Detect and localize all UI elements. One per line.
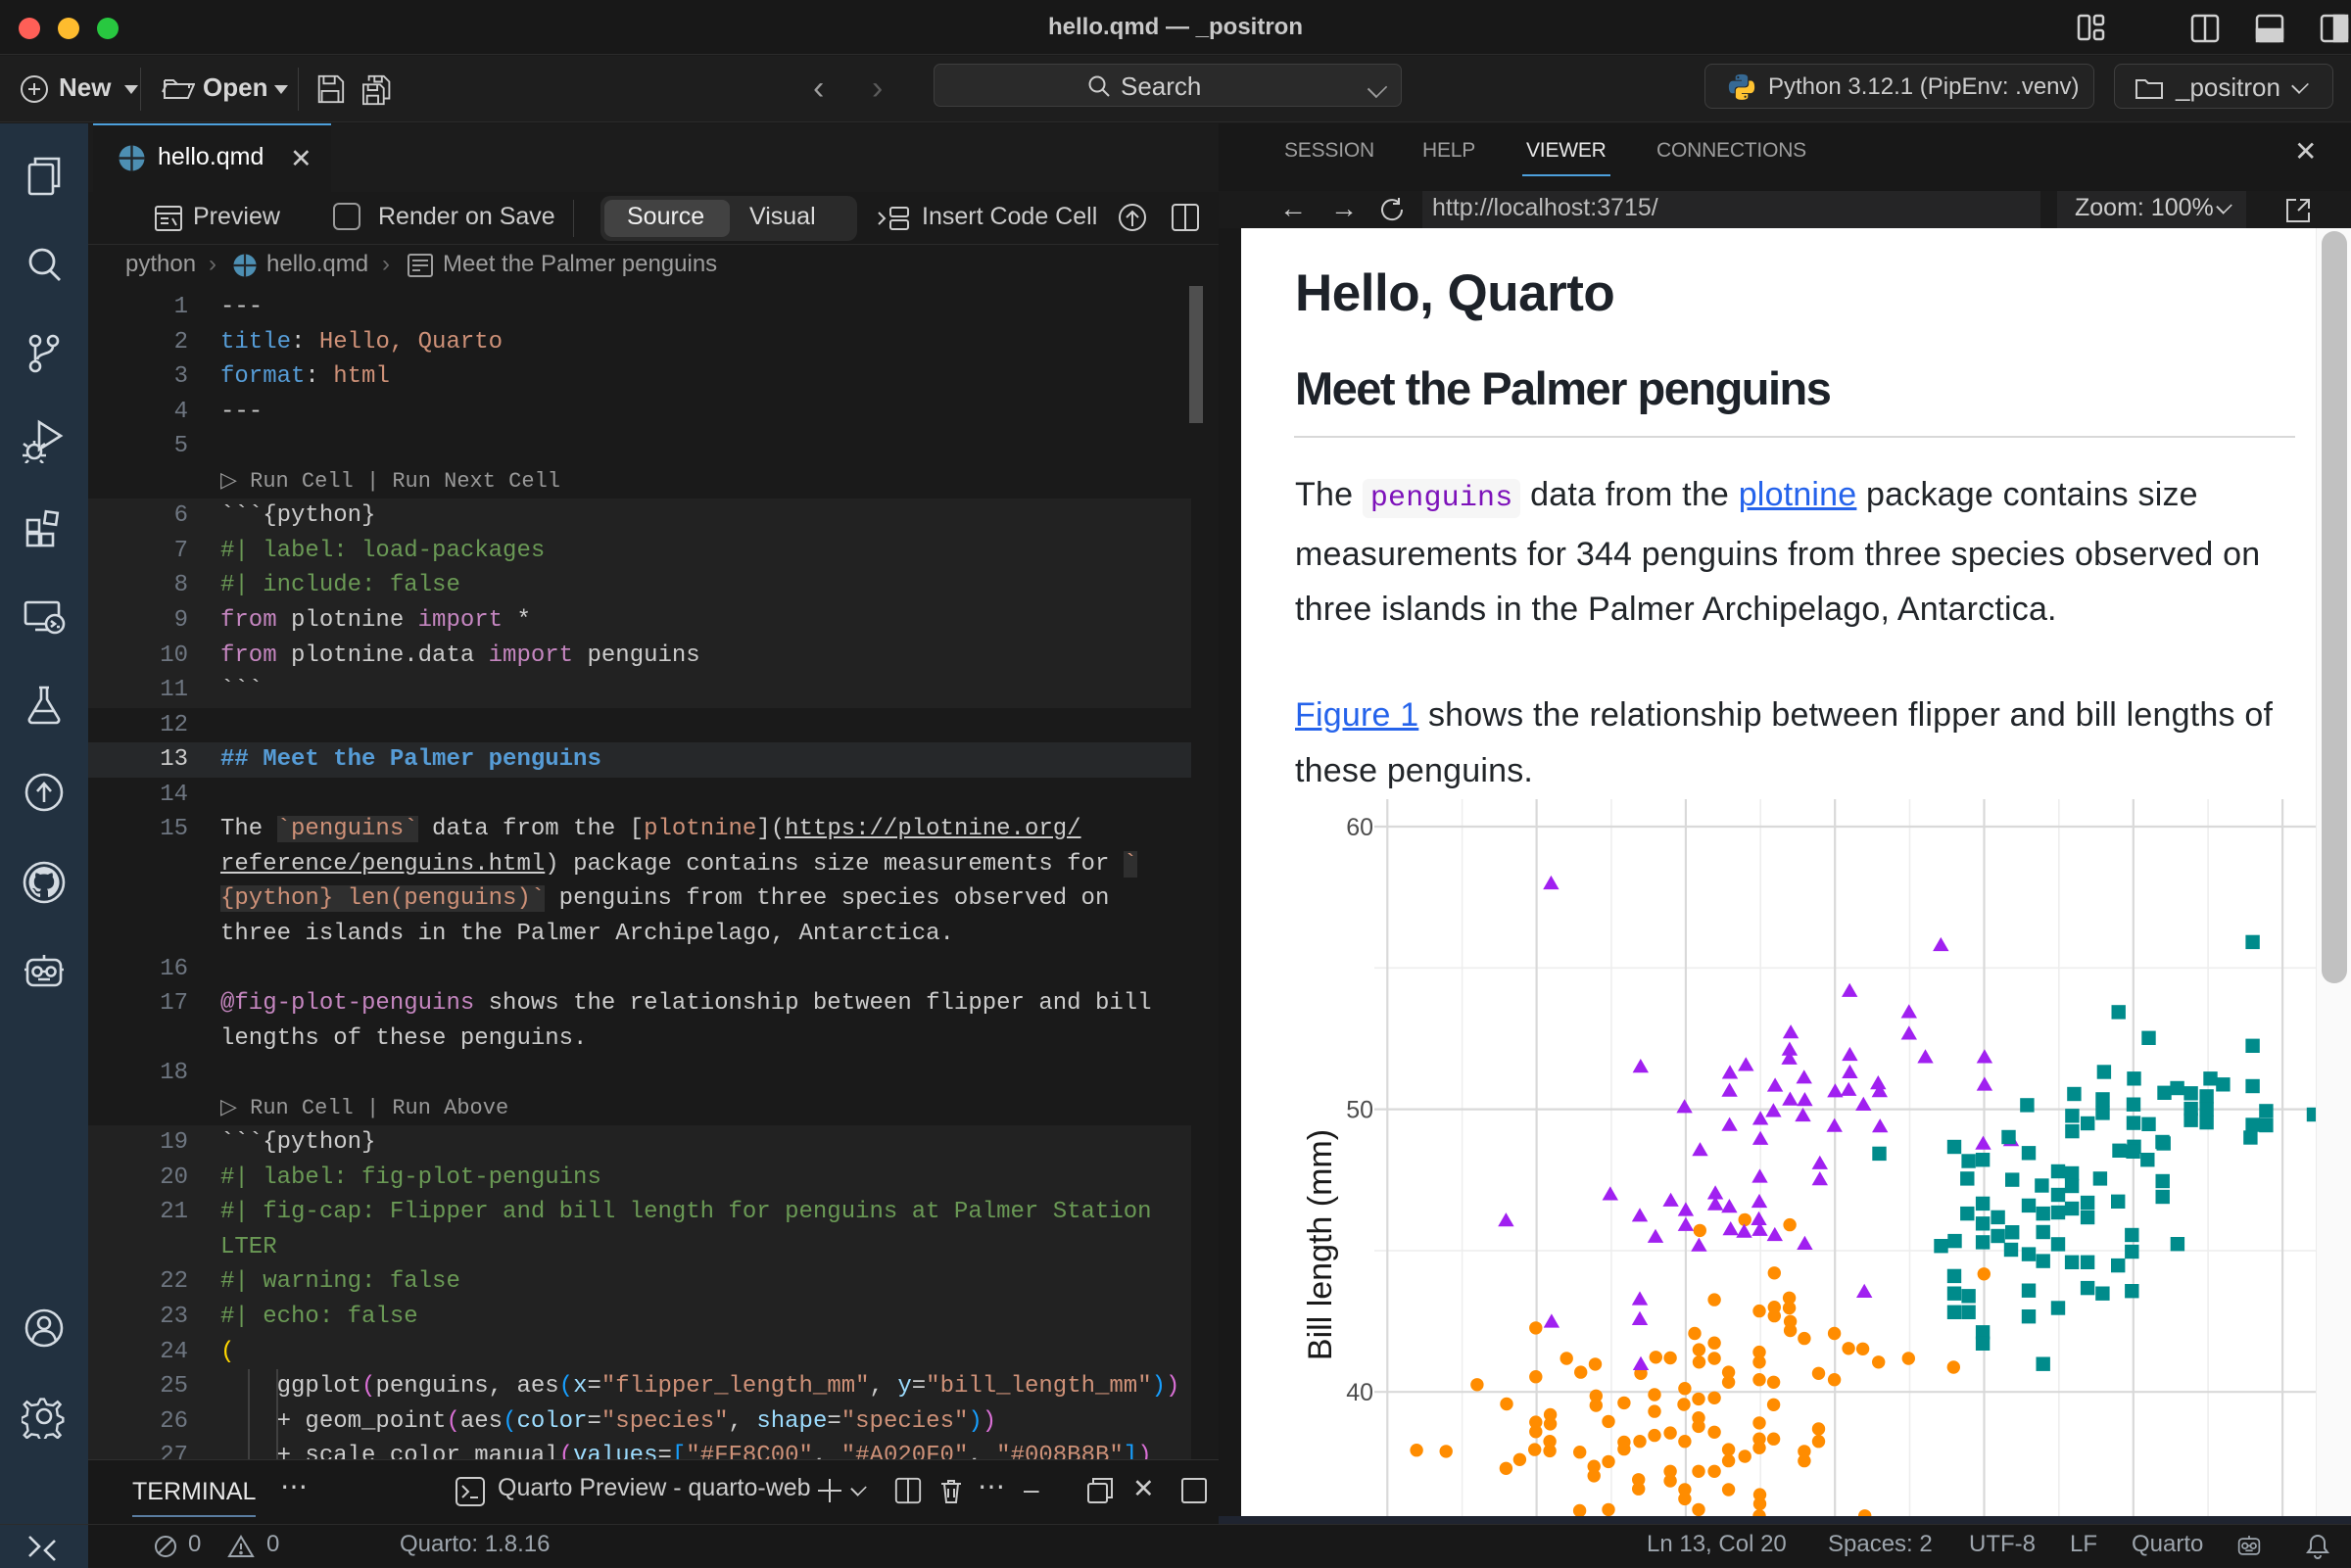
svg-text:Bill length (mm): Bill length (mm) — [1302, 1129, 1339, 1360]
svg-text:50: 50 — [1346, 1097, 1373, 1124]
svg-text:40: 40 — [1346, 1379, 1373, 1406]
svg-text:60: 60 — [1346, 814, 1373, 841]
